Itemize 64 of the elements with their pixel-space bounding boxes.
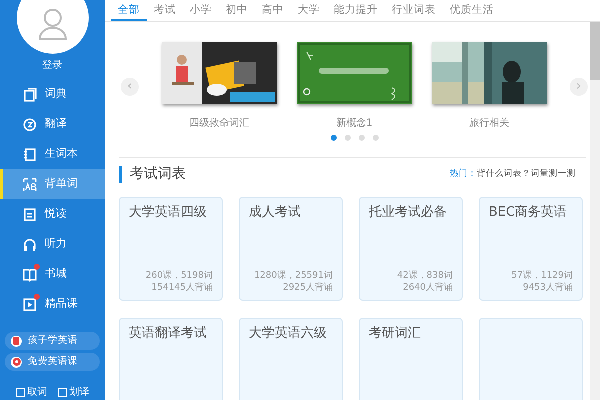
wordlist-card[interactable]: 大学英语六级 <box>239 318 343 400</box>
category-tab[interactable]: 大学 <box>291 0 327 21</box>
sidebar-item[interactable]: 悦读 <box>0 199 105 229</box>
option-checkbox[interactable]: 取词 <box>16 385 48 400</box>
hot-label: 热门： <box>450 169 477 180</box>
learner-count: 2640人背诵 <box>402 282 453 294</box>
card-stats: 42课，838词 <box>396 270 453 282</box>
slide-caption[interactable]: 新概念1 <box>336 116 373 131</box>
book-icon <box>23 87 37 101</box>
category-tab[interactable]: 小学 <box>183 0 219 21</box>
category-tab[interactable]: 全部 <box>111 0 147 21</box>
sidebar-item[interactable]: 词典 <box>0 79 105 109</box>
headphones-icon <box>23 237 37 251</box>
phone-icon <box>11 336 22 346</box>
login-link[interactable]: 登录 <box>42 58 62 73</box>
carousel-dot[interactable] <box>344 135 350 141</box>
option-checkbox[interactable]: 划译 <box>58 385 90 400</box>
category-tab[interactable]: 考试 <box>147 0 183 21</box>
carousel-dot[interactable] <box>330 135 336 141</box>
promo-button[interactable]: 免费英语课 <box>5 353 100 371</box>
card-stats: 1280课，25591词 <box>253 270 333 282</box>
record-icon <box>11 356 22 368</box>
letters-icon <box>23 177 37 191</box>
category-tab[interactable]: 高中 <box>255 0 291 21</box>
card-title: BEC商务英语 <box>489 204 568 221</box>
scrollbar-thumb[interactable] <box>590 22 600 80</box>
wordlist-card[interactable]: 成人考试 1280课，25591词 2925人背诵 <box>239 197 343 301</box>
card-title: 英语翻译考试 <box>129 325 208 342</box>
slide-caption[interactable]: 旅行相关 <box>470 116 510 131</box>
sidebar-item[interactable]: 书城 <box>0 259 105 289</box>
section-title: 考试词表 <box>119 166 186 183</box>
learner-count: 9453人背诵 <box>522 282 573 294</box>
avatar[interactable] <box>16 0 88 54</box>
card-stats: 57课，1129词 <box>510 270 573 282</box>
learner-count: 2925人背诵 <box>282 282 333 294</box>
sidebar-item[interactable]: 精品课 <box>0 289 105 319</box>
card-stats: 260课，5198词 <box>144 270 213 282</box>
category-tab[interactable]: 能力提升 <box>327 0 385 21</box>
document-icon <box>23 207 37 221</box>
wordlist-card[interactable]: 大学英语四级 260课，5198词 154145人背诵 <box>119 197 223 301</box>
sidebar-item[interactable]: 翻译 <box>0 109 105 139</box>
notebook-icon <box>23 147 37 161</box>
slide-caption[interactable]: 四级救命词汇 <box>190 116 250 131</box>
sidebar-item[interactable]: 背单词 <box>0 169 105 199</box>
card-title: 大学英语四级 <box>129 204 208 221</box>
wordlist-card[interactable]: 托业考试必备 42课，838词 2640人背诵 <box>359 197 463 301</box>
carousel-dot[interactable] <box>372 135 378 141</box>
sidebar-item[interactable]: 生词本 <box>0 139 105 169</box>
category-tab[interactable]: 行业词表 <box>385 0 443 21</box>
wordlist-card[interactable]: BEC商务英语 57课，1129词 9453人背诵 <box>479 197 583 301</box>
hot-link[interactable]: 背什么词表？词量测一测 <box>477 169 576 180</box>
card-title: 成人考试 <box>249 204 302 221</box>
wordlist-card[interactable]: 英语翻译考试 <box>119 318 223 400</box>
card-title: 大学英语六级 <box>249 325 328 342</box>
promo-button[interactable]: 孩子学英语 <box>5 332 100 350</box>
translate-icon <box>23 117 37 131</box>
carousel-dot[interactable] <box>358 135 364 141</box>
wordlist-card[interactable]: 考研词汇 <box>359 318 463 400</box>
card-title: 考研词汇 <box>369 325 422 342</box>
category-tab[interactable]: 优质生活 <box>443 0 501 21</box>
sidebar-item[interactable]: 听力 <box>0 229 105 259</box>
card-title: 托业考试必备 <box>369 204 448 221</box>
learner-count: 154145人背诵 <box>150 282 213 294</box>
category-tab[interactable]: 初中 <box>219 0 255 21</box>
